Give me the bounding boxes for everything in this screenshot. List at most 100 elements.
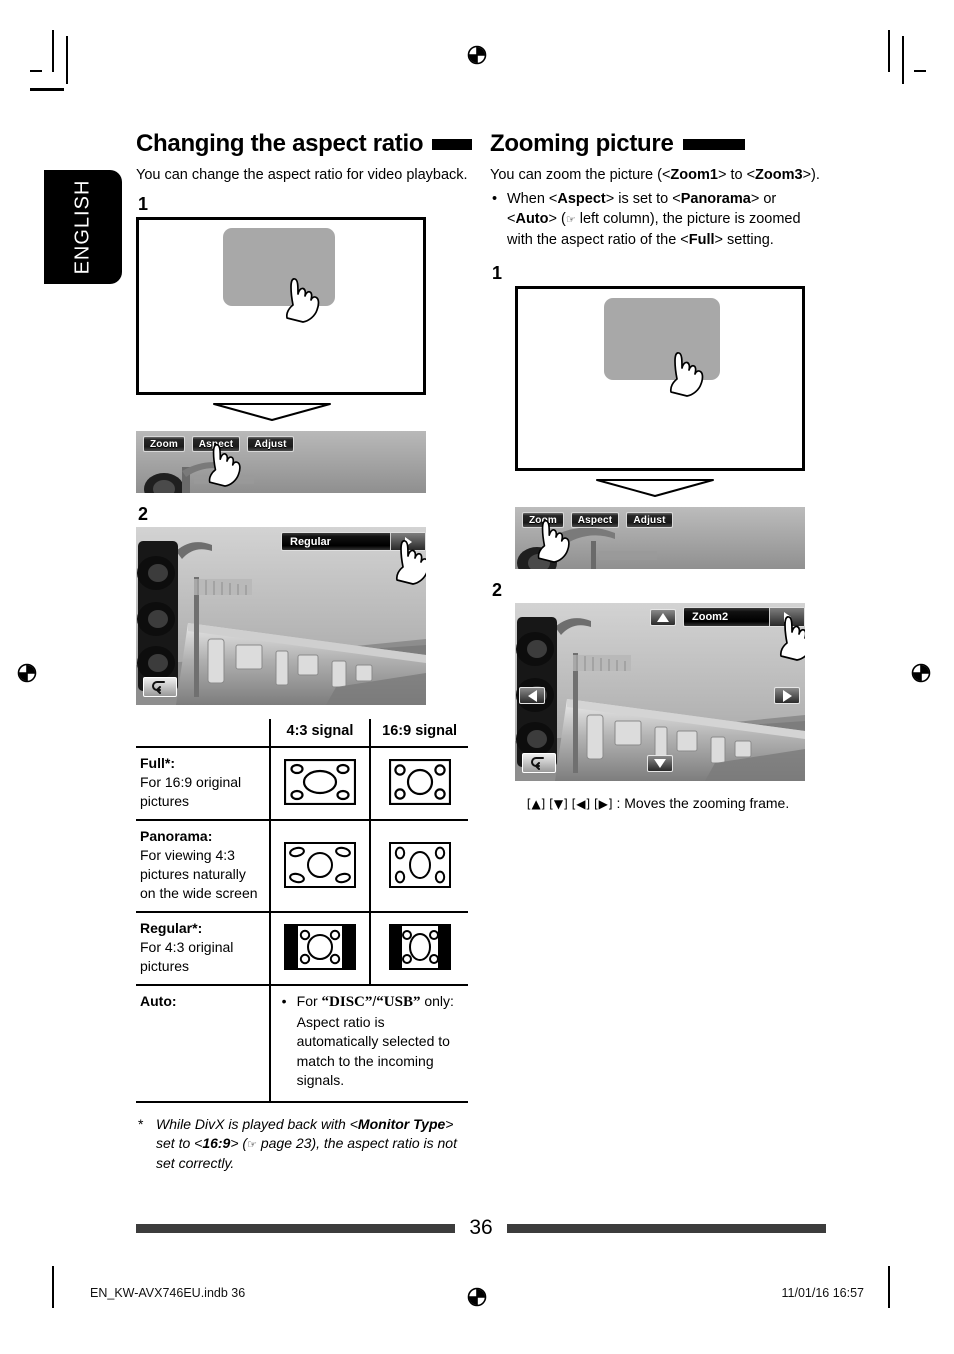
aspect-icon-full-4-3 xyxy=(268,747,371,821)
auto-note-disc: “DISC” xyxy=(321,994,373,1010)
table-cell-auto-note: For “DISC”/“USB” only: Aspect ratio is a… xyxy=(268,985,468,1103)
osd-next-arrow-left[interactable] xyxy=(390,533,425,550)
footer-bar-left xyxy=(136,1223,456,1233)
crop-mark-tl-h2 xyxy=(30,88,64,91)
osd-button-aspect-right[interactable]: Aspect xyxy=(571,512,619,528)
right-step-2-number: 2 xyxy=(492,580,503,600)
aspect-name-full: Full*: xyxy=(140,755,175,771)
crop-mark-tr-v xyxy=(888,30,890,72)
crop-mark-tl-v2 xyxy=(66,36,68,84)
hand-pointer-glyph-footnote: ☞ xyxy=(247,1137,257,1151)
footnote-star: * xyxy=(138,1115,144,1132)
table-cell-full-label: Full*: For 16:9 original pictures xyxy=(136,747,270,821)
osd-back-button-right[interactable] xyxy=(522,753,556,773)
monitor-illustration-right xyxy=(515,286,805,471)
registration-mark-top xyxy=(467,45,487,65)
table-row-regular: Regular*: For 4:3 original pictures xyxy=(136,912,468,986)
footnote-part3: > ( xyxy=(230,1134,248,1151)
page-footer: 36 xyxy=(136,1216,827,1240)
device-screen-zoom-frame: Zoom2 xyxy=(515,603,805,781)
table-header-row: 4:3 signal 16:9 signal xyxy=(136,719,468,748)
title-rule xyxy=(432,138,473,150)
right-bullet-aspect-note: When <Aspect> is set to <Panorama> or <A… xyxy=(490,189,826,250)
osd-button-zoom-right[interactable]: Zoom xyxy=(522,512,564,528)
osd-zoom-value: Zoom2 xyxy=(692,611,729,623)
osd-aspect-value-left: Regular xyxy=(290,535,331,548)
crop-mark-bl-v xyxy=(52,1266,54,1308)
table-header-4-3: 4:3 signal xyxy=(268,719,371,748)
table-cell-regular-label: Regular*: For 4:3 original pictures xyxy=(136,912,270,986)
bullet-bold-aspect: Aspect xyxy=(557,191,606,207)
crop-mark-tr-v2 xyxy=(902,36,904,84)
monitor-illustration-left xyxy=(136,217,426,395)
bullet-part1: When < xyxy=(507,191,558,207)
back-arrow-icon-right xyxy=(531,757,544,770)
left-step-2-number: 2 xyxy=(138,504,149,524)
device-screen-left-menu: Zoom Aspect Adjust xyxy=(136,431,426,493)
crop-mark-br-v xyxy=(888,1266,890,1308)
osd-button-adjust-right[interactable]: Adjust xyxy=(626,512,673,528)
osd-button-aspect-left[interactable]: Aspect xyxy=(192,436,240,452)
auto-note-usb: “USB” xyxy=(376,994,421,1010)
table-header-16-9: 16:9 signal xyxy=(369,719,468,748)
table-cell-panorama-label: Panorama: For viewing 4:3 pictures natur… xyxy=(136,820,270,913)
aspect-icon-panorama-4-3 xyxy=(268,820,371,913)
aspect-icon-regular-4-3 xyxy=(268,912,371,986)
osd-button-zoom-left[interactable]: Zoom xyxy=(143,436,185,452)
aspect-desc-regular: For 4:3 original pictures xyxy=(140,939,234,974)
aspect-desc-panorama: For viewing 4:3 pictures naturally on th… xyxy=(140,847,258,901)
osd-zoom-value-bar[interactable]: Zoom2 xyxy=(683,607,805,627)
zooming-title-rule xyxy=(682,138,745,150)
right-intro-bold-zoom3: Zoom3 xyxy=(755,167,803,183)
table-header-blank xyxy=(136,719,270,748)
right-column: Zooming picture You can zoom the picture… xyxy=(490,130,826,811)
footnote-bold-16-9: 16:9 xyxy=(202,1134,231,1151)
left-column: Changing the aspect ratio You can change… xyxy=(136,130,473,1173)
osd-aspect-value-bar-left[interactable]: Regular xyxy=(281,532,426,551)
auto-note-prefix: For xyxy=(296,993,322,1009)
page-number: 36 xyxy=(469,1216,493,1239)
osd-zoom-left-button[interactable] xyxy=(519,687,545,704)
zoom-keys-text: : Moves the zooming frame. xyxy=(612,795,790,811)
aspect-name-auto: Auto: xyxy=(140,993,177,1009)
hand-pointer-glyph-bullet: ☞ xyxy=(565,213,576,226)
registration-mark-left xyxy=(17,663,37,683)
device-screen-right-menu: Zoom Aspect Adjust xyxy=(515,507,805,569)
registration-mark-right xyxy=(911,663,931,683)
aspect-desc-full: For 16:9 original pictures xyxy=(140,774,242,809)
crop-mark-tl-v xyxy=(52,30,54,72)
osd-button-adjust-left[interactable]: Adjust xyxy=(247,436,294,452)
osd-zoom-up-button[interactable] xyxy=(650,609,676,626)
osd-zoom-down-button[interactable] xyxy=(647,755,673,772)
flow-arrow-down-left-1 xyxy=(213,403,331,421)
registration-mark-bottom xyxy=(467,1287,487,1307)
right-step-1-number: 1 xyxy=(492,263,503,283)
bullet-part6: > setting. xyxy=(714,232,774,248)
aspect-ratio-table: 4:3 signal 16:9 signal Full*: For 16:9 o… xyxy=(136,719,468,1103)
bullet-part2: > is set to < xyxy=(605,191,681,207)
bullet-part4: > ( xyxy=(548,211,566,227)
monitor-touch-panel-left xyxy=(223,228,335,306)
right-intro-part3: >). xyxy=(802,167,820,183)
device-photo-train-left xyxy=(136,527,426,705)
page-title-zooming-picture: Zooming picture xyxy=(490,130,826,158)
back-arrow-icon-left xyxy=(152,681,165,694)
zooming-title-text: Zooming picture xyxy=(490,130,674,157)
osd-zoom-next-arrow[interactable] xyxy=(769,608,804,626)
table-row-full: Full*: For 16:9 original pictures xyxy=(136,747,468,821)
right-bullet-list: When <Aspect> is set to <Panorama> or <A… xyxy=(490,189,826,250)
footer-bar-right xyxy=(506,1223,827,1233)
table-row-auto: Auto: For “DISC”/“USB” only: Aspect rati… xyxy=(136,985,468,1103)
table-row-panorama: Panorama: For viewing 4:3 pictures natur… xyxy=(136,820,468,913)
left-intro-text: You can change the aspect ratio for vide… xyxy=(136,167,468,183)
zoom-keys-caption: [▲] [▼] [◀] [▶] : Moves the zooming fram… xyxy=(490,795,826,811)
right-intro-text: You can zoom the picture (<Zoom1> to <Zo… xyxy=(490,166,826,185)
zoom-keys-glyphs: [▲] [▼] [◀] [▶] xyxy=(526,797,613,811)
aspect-name-regular: Regular*: xyxy=(140,920,203,936)
osd-back-button-left[interactable] xyxy=(143,677,177,697)
aspect-name-panorama: Panorama: xyxy=(140,828,213,844)
page-title-text: Changing the aspect ratio xyxy=(136,130,424,157)
print-timestamp: 11/01/16 16:57 xyxy=(781,1286,864,1300)
footnote-bold-monitor-type: Monitor Type xyxy=(357,1115,446,1132)
osd-zoom-right-button[interactable] xyxy=(774,687,800,704)
